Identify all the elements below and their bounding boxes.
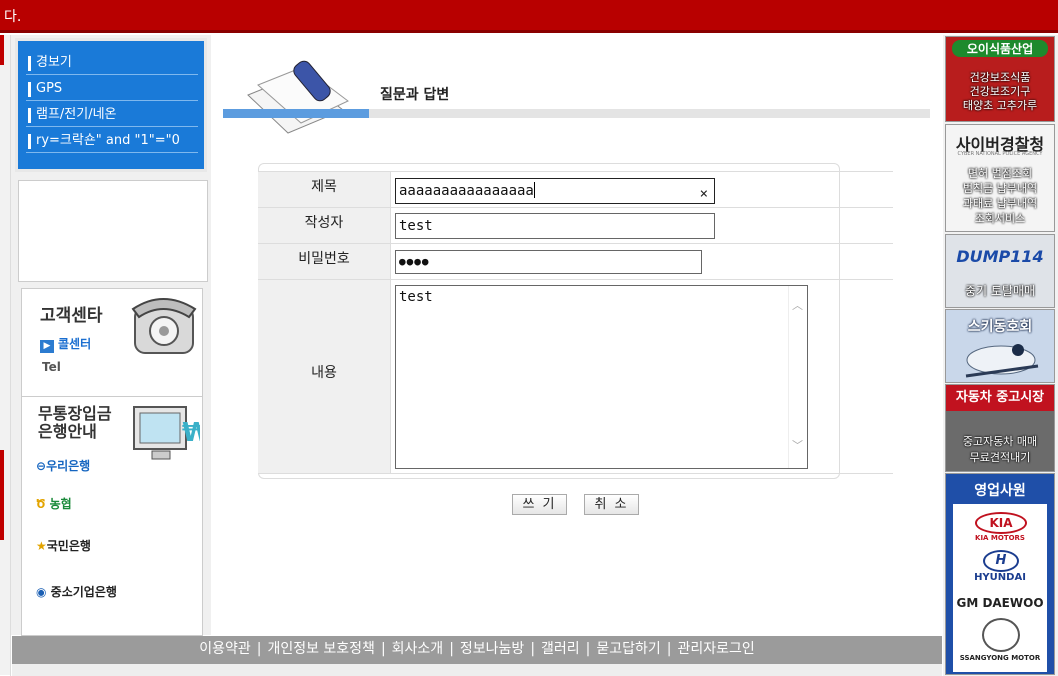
ad-used-car-market[interactable]: 자동차 중고시장 중고자동차 매매 무료견적내기 — [945, 384, 1055, 472]
kb-icon: ★ — [36, 539, 47, 553]
ad-sales-rep[interactable]: 영업사원 KIA KIA MOTORS H HYUNDAI GM DAEWOO … — [945, 473, 1055, 675]
author-row: 작성자 test — [258, 207, 893, 244]
ad-police-line2: 범칙금 납부내역 — [962, 182, 1038, 195]
content-row: 내용 test ︿ ﹀ — [258, 279, 893, 474]
customer-center-panel: 고객센타 콜센터 Tel — [21, 288, 203, 398]
subject-input[interactable]: aaaaaaaaaaaaaaaa × — [395, 178, 715, 204]
subject-row: 제목 aaaaaaaaaaaaaaaa × — [258, 171, 893, 208]
nh-icon: Ծ — [36, 497, 46, 511]
menu-item-gps[interactable]: GPS — [26, 77, 198, 101]
author-label: 작성자 — [258, 208, 391, 244]
footer-link-terms[interactable]: 이용약관 — [199, 641, 251, 657]
ad-ski-club[interactable]: 스키동호회 — [945, 309, 1055, 383]
footer-bottom-strip — [12, 664, 942, 676]
left-red-strip — [0, 35, 4, 65]
kia-motors-text: KIA MOTORS — [975, 534, 1025, 542]
category-menu: 경보기 GPS 램프/전기/네온 ry=크락숀" and "1"="0 — [15, 38, 207, 172]
ad-car-line1: 중고자동차 매매 — [962, 435, 1038, 448]
ad-car-title: 자동차 중고시장 — [946, 385, 1054, 411]
menu-item-alarm[interactable]: 경보기 — [26, 51, 198, 75]
customer-center-title: 고객센타 — [40, 306, 103, 326]
papers-roller-illustration — [247, 60, 349, 134]
car-brand-logos: KIA KIA MOTORS H HYUNDAI GM DAEWOO SSANG… — [953, 504, 1047, 672]
telephone-icon — [131, 298, 197, 354]
title-underline — [223, 109, 930, 118]
ad-oi-line1: 건강보조식품 — [969, 71, 1031, 84]
author-input[interactable]: test — [395, 213, 715, 239]
hyundai-text: HYUNDAI — [974, 572, 1026, 583]
ad-car-line2: 무료견적내기 — [969, 451, 1031, 464]
top-banner: 다. — [0, 0, 1058, 33]
bank-nh: Ծ 농협 — [36, 497, 72, 511]
write-button[interactable]: 쓰 기 — [512, 494, 567, 515]
ad-oi-food[interactable]: 오이식품산업 건강보조식품 건강보조기구 태양초 고추가루 — [945, 36, 1055, 122]
content-textarea[interactable]: test ︿ ﹀ — [395, 285, 808, 469]
ssangyong-text: SSANGYONG MOTOR — [959, 654, 1041, 662]
ibk-icon: ◉ — [36, 585, 47, 599]
bank-kb: ★국민은행 — [36, 539, 91, 553]
footer-link-about[interactable]: 회사소개 — [392, 641, 444, 657]
call-center-label: 콜센터 — [40, 335, 91, 353]
scroll-down-icon[interactable]: ﹀ — [792, 438, 803, 454]
gm-daewoo-text: GM DAEWOO — [956, 596, 1044, 610]
menu-item-lamp[interactable]: 램프/전기/네온 — [26, 103, 198, 127]
footer-link-privacy[interactable]: 개인정보 보호정책 — [267, 641, 375, 657]
monitor-won-icon: ₩ — [133, 406, 200, 460]
tel-label: Tel — [42, 360, 61, 374]
clear-icon[interactable]: × — [700, 182, 708, 206]
svg-text:₩: ₩ — [182, 418, 200, 448]
ad-cyber-police[interactable]: 사이버경찰청 CYBER NATIONAL POLICE AGENCY 면허 벌… — [945, 124, 1055, 232]
top-banner-text: 다. — [4, 9, 22, 25]
password-label: 비밀번호 — [258, 244, 391, 280]
bank-ibk: ◉ 중소기업은행 — [36, 585, 117, 599]
ad-ski-title: 스키동호회 — [967, 319, 1033, 335]
ad-police-line3: 과태료 납부내역 — [962, 197, 1038, 210]
blank-panel — [18, 180, 208, 282]
ad-police-line4: 조회서비스 — [974, 212, 1026, 225]
footer-links: 이용약관 | 개인정보 보호정책 | 회사소개 | 정보나눔방 | 갤러리 | 묻고답하기 | 관리자로… — [12, 636, 942, 664]
bank-info-title: 무통장입금 은행안내 — [38, 404, 112, 441]
menu-item-horn[interactable]: ry=크락숀" and "1"="0 — [26, 129, 198, 153]
footer-link-share[interactable]: 정보나눔방 — [460, 641, 524, 657]
ad-oi-line2: 건강보조기구 — [969, 85, 1031, 98]
ad-dump114[interactable]: DUMP114 중기 토탈매매 — [945, 234, 1055, 308]
ad-dump-title: DUMP114 — [956, 247, 1044, 266]
subject-label: 제목 — [258, 172, 391, 208]
hyundai-logo-icon: H — [983, 550, 1019, 572]
password-row: 비밀번호 ●●●● — [258, 243, 893, 280]
kia-logo: KIA — [975, 512, 1027, 534]
bank-info-panel: 무통장입금 은행안내 ₩ ⊖우리은행 Ծ 농협 ★국민은행 ◉ 중소기업은행 — [21, 396, 203, 636]
footer-link-gallery[interactable]: 갤러리 — [541, 641, 580, 657]
woori-icon: ⊖ — [36, 459, 47, 473]
textarea-scrollbar[interactable]: ︿ ﹀ — [788, 286, 807, 468]
skier-icon — [965, 344, 1039, 378]
scroll-up-icon[interactable]: ︿ — [792, 298, 803, 314]
bank-woori: ⊖우리은행 — [36, 459, 91, 473]
ad-sales-title: 영업사원 — [974, 483, 1026, 499]
footer-link-qna[interactable]: 묻고답하기 — [596, 641, 660, 657]
ad-police-sub: CYBER NATIONAL POLICE AGENCY — [957, 151, 1043, 157]
ssangyong-logo-icon — [982, 618, 1020, 652]
content-label: 내용 — [258, 280, 391, 473]
cancel-button[interactable]: 취 소 — [584, 494, 639, 515]
ad-police-line1: 면허 벌점조회 — [967, 167, 1033, 180]
left-gutter — [0, 35, 10, 675]
footer-link-admin[interactable]: 관리자로그인 — [678, 641, 755, 657]
page-title: 질문과 답변 — [380, 87, 450, 103]
ad-oi-brand: 오이식품산업 — [952, 40, 1048, 57]
password-input[interactable]: ●●●● — [395, 250, 702, 274]
ad-oi-line3: 태양초 고추가루 — [962, 99, 1038, 112]
left-red-strip-lower — [0, 450, 4, 540]
ad-dump-sub: 중기 토탈매매 — [964, 284, 1036, 298]
